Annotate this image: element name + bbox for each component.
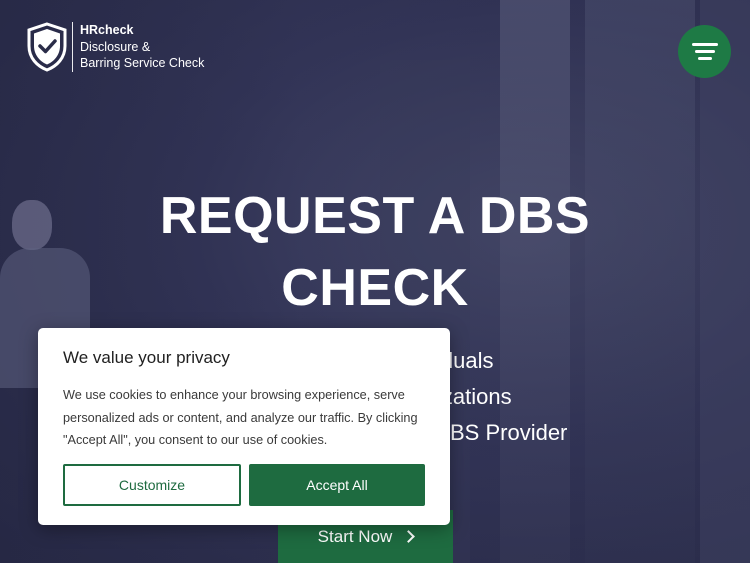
hero-title: REQUEST A DBS CHECK	[100, 180, 650, 324]
chevron-right-icon	[402, 530, 416, 543]
logo-text: HRcheck Disclosure & Barring Service Che…	[80, 22, 204, 72]
menu-button[interactable]	[678, 25, 731, 78]
logo-brand: HRcheck	[80, 23, 134, 38]
cookie-description: We use cookies to enhance your browsing …	[63, 388, 418, 447]
site-logo[interactable]: HRcheck Disclosure & Barring Service Che…	[26, 22, 204, 72]
hamburger-menu-icon-line	[694, 50, 715, 53]
shield-check-icon	[27, 22, 67, 72]
customize-button[interactable]: Customize	[63, 464, 241, 506]
logo-line3: Barring Service Check	[80, 56, 205, 71]
logo-divider	[72, 22, 73, 72]
background-panel	[700, 0, 750, 563]
accept-all-button[interactable]: Accept All	[249, 464, 425, 506]
cookie-consent-dialog: We value your privacy We use cookies to …	[38, 328, 450, 525]
hero-title-line1: REQUEST A DBS	[159, 187, 591, 245]
cookie-title: We value your privacy	[63, 348, 230, 367]
cookie-actions: Customize Accept All	[63, 464, 425, 506]
start-now-label: Start Now	[317, 526, 393, 546]
hamburger-menu-icon-line	[697, 57, 712, 60]
hamburger-menu-icon	[691, 43, 718, 46]
hero-title-line2: CHECK	[281, 259, 469, 317]
logo-line2: Disclosure &	[80, 39, 151, 54]
